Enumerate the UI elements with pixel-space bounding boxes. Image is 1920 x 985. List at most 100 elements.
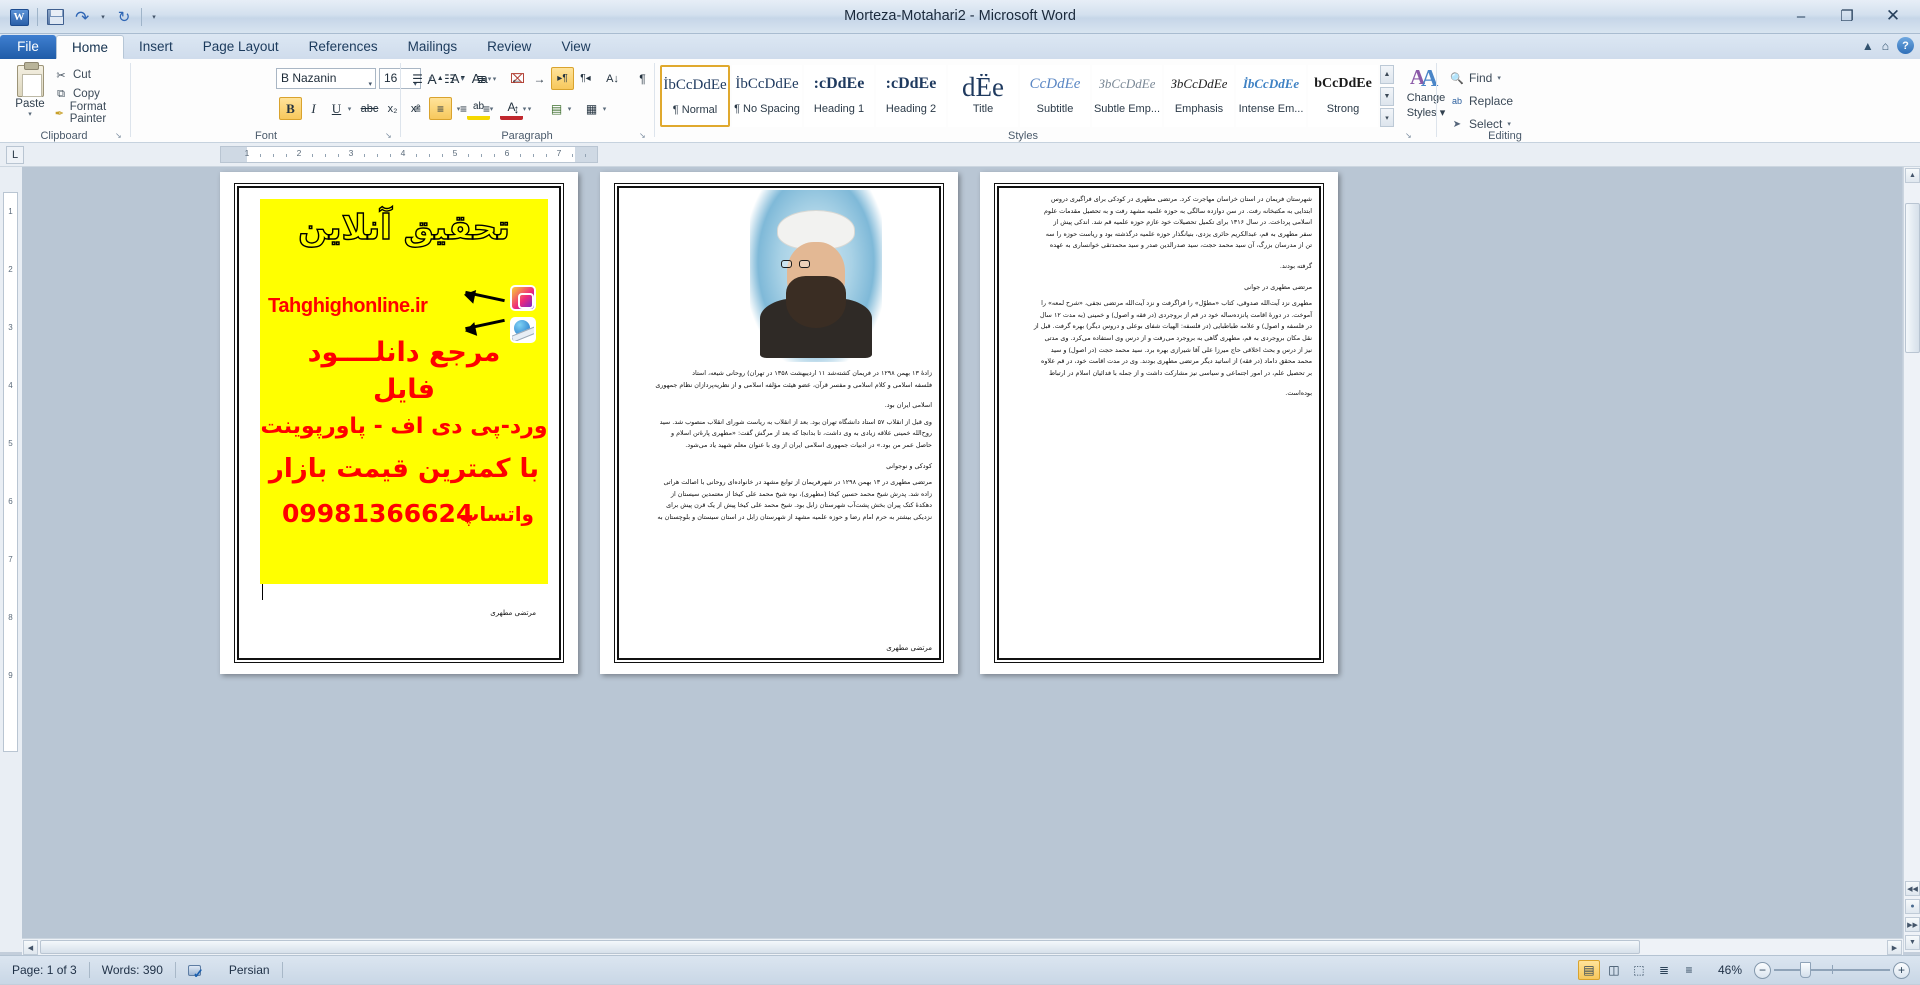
style-subtitle[interactable]: CcDdEe Subtitle bbox=[1020, 65, 1090, 127]
align-left-button[interactable]: ≡ bbox=[406, 97, 429, 120]
vertical-scroll-thumb[interactable] bbox=[1905, 203, 1920, 353]
minimize-button[interactable]: – bbox=[1778, 2, 1824, 30]
paragraph-dialog-launcher[interactable]: ↘ bbox=[639, 131, 648, 140]
style-normal[interactable]: İbCcDdEe ¶ Normal bbox=[660, 65, 730, 127]
tab-mailings[interactable]: Mailings bbox=[393, 35, 473, 59]
vertical-scrollbar[interactable]: ▲ ◀◀ ● ▶▶ ▼ bbox=[1903, 167, 1920, 952]
tab-references[interactable]: References bbox=[294, 35, 393, 59]
styles-scroll-up[interactable]: ▲ bbox=[1380, 65, 1394, 84]
close-button[interactable]: ✕ bbox=[1870, 2, 1916, 30]
page-2-text[interactable]: زادهٔ ۱۳ بهمن ۱۲۹۸ در فریمان کشته‌شد ۱۱ … bbox=[626, 368, 932, 524]
line-spacing-dropdown[interactable]: ▾ bbox=[524, 97, 535, 120]
clipboard-dialog-launcher[interactable]: ↘ bbox=[115, 131, 124, 140]
restore-button[interactable]: ❐ bbox=[1824, 2, 1870, 30]
style-title[interactable]: dЁe Title bbox=[948, 65, 1018, 127]
justify-button[interactable]: ≡ bbox=[475, 97, 498, 120]
underline-dropdown[interactable]: ▾ bbox=[344, 97, 355, 120]
horizontal-scroll-thumb[interactable] bbox=[40, 940, 1640, 954]
spell-check-status[interactable]: ✓ bbox=[176, 959, 217, 981]
vertical-ruler[interactable]: 123456789 bbox=[3, 192, 18, 752]
cut-button[interactable]: ✂ Cut bbox=[54, 66, 91, 84]
borders-dropdown[interactable]: ▾ bbox=[599, 97, 610, 120]
next-page-button[interactable]: ▶▶ bbox=[1905, 917, 1920, 932]
replace-button[interactable]: ab Replace bbox=[1450, 91, 1513, 111]
language-indicator[interactable]: Persian bbox=[217, 959, 282, 981]
document-line: حاصل عمر من بود.» در ادبیات جمهوری اسلام… bbox=[626, 440, 932, 452]
font-dialog-launcher[interactable]: ↘ bbox=[385, 131, 394, 140]
strikethrough-button[interactable]: abc bbox=[358, 97, 381, 120]
numbering-dropdown[interactable]: ▾ bbox=[457, 67, 468, 90]
tab-home[interactable]: Home bbox=[56, 35, 124, 59]
style-intense-emphasis[interactable]: İbCcDdEe Intense Em... bbox=[1236, 65, 1306, 127]
show-formatting-marks-button[interactable]: ¶ bbox=[631, 67, 654, 90]
styles-scroll-down[interactable]: ▼ bbox=[1380, 87, 1394, 106]
format-painter-button[interactable]: ✒ Format Painter bbox=[54, 104, 128, 122]
align-center-glyph: ≡ bbox=[437, 102, 444, 116]
page-3[interactable]: شهرستان فریمان در استان خراسان مهاجرت کر… bbox=[980, 172, 1338, 674]
ruler-number: 5 bbox=[453, 148, 458, 158]
scroll-right-button[interactable]: ▶ bbox=[1887, 940, 1902, 955]
print-layout-view-button[interactable]: ▤ bbox=[1578, 960, 1600, 980]
select-browse-object-button[interactable]: ● bbox=[1905, 899, 1920, 914]
paste-caret: ▾ bbox=[28, 110, 32, 118]
tab-page-layout[interactable]: Page Layout bbox=[188, 35, 294, 59]
font-name-combo[interactable]: B Nazanin ▾ bbox=[276, 68, 376, 89]
zoom-slider-thumb[interactable] bbox=[1800, 962, 1811, 978]
ribbon: Paste ▾ ✂ Cut ⧉ Copy ✒ Format Painter Cl… bbox=[0, 59, 1920, 143]
zoom-in-button[interactable]: + bbox=[1893, 962, 1910, 979]
tab-insert[interactable]: Insert bbox=[124, 35, 188, 59]
style-no-spacing[interactable]: İbCcDdEe ¶ No Spacing bbox=[732, 65, 802, 127]
word-count[interactable]: Words: 390 bbox=[90, 959, 175, 981]
scroll-left-button[interactable]: ◀ bbox=[23, 940, 38, 955]
select-caret: ▾ bbox=[1507, 120, 1511, 128]
tab-stop-selector[interactable]: L bbox=[6, 146, 24, 164]
zoom-out-button[interactable]: − bbox=[1754, 962, 1771, 979]
zoom-slider[interactable] bbox=[1774, 962, 1890, 978]
help-icon[interactable]: ? bbox=[1897, 37, 1914, 54]
align-right-button[interactable]: ≡ bbox=[452, 97, 475, 120]
document-canvas[interactable]: تحقیق آنلاین Tahghighonline.ir مرجع دانل… bbox=[22, 167, 1902, 952]
v-ruler-number: 9 bbox=[8, 671, 12, 680]
page-2[interactable]: زادهٔ ۱۳ بهمن ۱۲۹۸ در فریمان کشته‌شد ۱۱ … bbox=[600, 172, 958, 674]
outline-view-button[interactable]: ≣ bbox=[1653, 960, 1675, 980]
paste-button[interactable]: Paste ▾ bbox=[8, 63, 52, 125]
tab-review[interactable]: Review bbox=[472, 35, 546, 59]
rtl-glyph: ▸¶ bbox=[557, 73, 567, 84]
horizontal-scrollbar[interactable]: ◀ ▶ bbox=[22, 938, 1903, 955]
styles-more-button[interactable]: ▾ bbox=[1380, 108, 1394, 127]
full-screen-reading-view-button[interactable]: ◫ bbox=[1603, 960, 1625, 980]
shading-dropdown[interactable]: ▾ bbox=[564, 97, 575, 120]
ltr-direction-button[interactable]: ¶◂ bbox=[574, 67, 597, 90]
style-heading-1[interactable]: :cDdEe Heading 1 bbox=[804, 65, 874, 127]
style-heading-2[interactable]: :cDdEe Heading 2 bbox=[876, 65, 946, 127]
rtl-direction-button[interactable]: ▸¶ bbox=[551, 67, 574, 90]
bullets-dropdown[interactable]: ▾ bbox=[425, 67, 436, 90]
tab-view[interactable]: View bbox=[546, 35, 605, 59]
style-emphasis[interactable]: ЗbCcDdEe Emphasis bbox=[1164, 65, 1234, 127]
find-button[interactable]: 🔍 Find ▾ bbox=[1450, 68, 1501, 88]
find-label: Find bbox=[1469, 71, 1492, 85]
scroll-down-button[interactable]: ▼ bbox=[1905, 935, 1920, 950]
italic-button[interactable]: I bbox=[302, 97, 325, 120]
sort-button[interactable]: A↓ bbox=[601, 67, 624, 90]
page-3-text[interactable]: شهرستان فریمان در استان خراسان مهاجرت کر… bbox=[1006, 194, 1312, 405]
multilevel-dropdown[interactable]: ▾ bbox=[489, 67, 500, 90]
draft-view-button[interactable]: ≡ bbox=[1678, 960, 1700, 980]
style-strong[interactable]: bCcDdEe Strong bbox=[1308, 65, 1378, 127]
increase-indent-button[interactable]: → bbox=[528, 67, 551, 90]
align-center-button[interactable]: ≡ bbox=[429, 97, 452, 120]
styles-dialog-launcher[interactable]: ↘ bbox=[1405, 131, 1414, 140]
style-subtle-emphasis[interactable]: ЗbCcDdEe Subtle Emp... bbox=[1092, 65, 1162, 127]
zoom-level[interactable]: 46% bbox=[1718, 963, 1742, 977]
previous-page-button[interactable]: ◀◀ bbox=[1905, 881, 1920, 896]
tab-file[interactable]: File bbox=[0, 35, 56, 59]
page-1[interactable]: تحقیق آنلاین Tahghighonline.ir مرجع دانل… bbox=[220, 172, 578, 674]
horizontal-ruler[interactable]: 1234567 bbox=[220, 146, 598, 163]
scroll-up-button[interactable]: ▲ bbox=[1905, 168, 1920, 183]
restore-window-icon[interactable]: ⌂ bbox=[1882, 39, 1889, 53]
bold-button[interactable]: B bbox=[279, 97, 302, 120]
decrease-indent-button[interactable]: ← bbox=[505, 67, 528, 90]
minimize-ribbon-icon[interactable]: ▲ bbox=[1862, 39, 1874, 53]
page-indicator[interactable]: Page: 1 of 3 bbox=[0, 959, 89, 981]
web-layout-view-button[interactable]: ⬚ bbox=[1628, 960, 1650, 980]
